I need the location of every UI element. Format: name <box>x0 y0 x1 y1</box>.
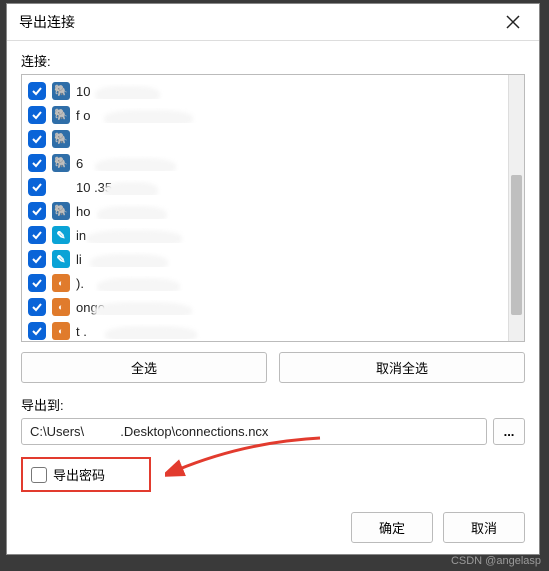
postgres-icon: 🐘 <box>52 154 70 172</box>
export-password-label: 导出密码 <box>53 465 105 484</box>
scrollbar[interactable] <box>508 75 524 341</box>
item-checkbox[interactable] <box>28 130 46 148</box>
watermark: CSDN @angelasp <box>451 555 541 567</box>
item-checkbox[interactable] <box>28 274 46 292</box>
list-item[interactable]: ◐). <box>22 271 524 295</box>
list-item[interactable]: 🐘 ho <box>22 199 524 223</box>
postgres-icon: 🐘 <box>52 106 70 124</box>
export-path-row: ... <box>21 418 525 445</box>
sqlite-icon: ✎ <box>52 226 70 244</box>
connections-label: 连接: <box>21 51 525 70</box>
item-label: li <box>76 252 518 267</box>
export-password-row[interactable]: 导出密码 <box>21 457 151 492</box>
export-path-input[interactable] <box>21 418 487 445</box>
select-all-button[interactable]: 全选 <box>21 352 267 383</box>
ok-button[interactable]: 确定 <box>351 512 433 543</box>
item-checkbox[interactable] <box>28 226 46 244</box>
item-label: f o <box>76 108 518 123</box>
list-item[interactable]: ✎ in <box>22 223 524 247</box>
item-checkbox[interactable] <box>28 82 46 100</box>
browse-button[interactable]: ... <box>493 418 525 445</box>
connections-listbox[interactable]: 🐘 10🐘 f o🐘 🐘 610 .35🐘 ho✎ in ✎ li ◐).◐ o… <box>21 74 525 342</box>
export-password-checkbox[interactable] <box>31 467 47 483</box>
scrollbar-thumb[interactable] <box>511 175 522 315</box>
list-item[interactable]: 🐘 <box>22 127 524 151</box>
list-item[interactable]: 🐘 10 <box>22 79 524 103</box>
export-to-label: 导出到: <box>21 395 525 414</box>
item-checkbox[interactable] <box>28 154 46 172</box>
sqlite-icon: ✎ <box>52 250 70 268</box>
close-icon <box>506 15 520 29</box>
list-item[interactable]: ◐ ongo <box>22 295 524 319</box>
list-item[interactable]: ◐ t . <box>22 319 524 342</box>
item-label: t . <box>76 324 518 339</box>
item-label: ho <box>76 204 518 219</box>
selection-buttons: 全选 取消全选 <box>21 352 525 383</box>
item-checkbox[interactable] <box>28 322 46 340</box>
mongodb-icon: ◐ <box>52 298 70 316</box>
export-connections-dialog: 导出连接 连接: 🐘 10🐘 f o🐘 🐘 610 .35🐘 ho✎ in ✎ … <box>6 3 540 555</box>
item-label: in <box>76 228 518 243</box>
item-checkbox[interactable] <box>28 202 46 220</box>
list-item[interactable]: 🐘 6 <box>22 151 524 175</box>
titlebar: 导出连接 <box>7 4 539 41</box>
item-checkbox[interactable] <box>28 298 46 316</box>
list-item[interactable]: ✎ li <box>22 247 524 271</box>
list-item[interactable]: 🐘 f o <box>22 103 524 127</box>
blank-icon <box>52 178 70 196</box>
postgres-icon: 🐘 <box>52 82 70 100</box>
close-button[interactable] <box>493 10 533 34</box>
item-label: ). <box>76 276 518 291</box>
postgres-icon: 🐘 <box>52 130 70 148</box>
dialog-title: 导出连接 <box>19 12 75 32</box>
postgres-icon: 🐘 <box>52 202 70 220</box>
cancel-button[interactable]: 取消 <box>443 512 525 543</box>
item-checkbox[interactable] <box>28 106 46 124</box>
deselect-all-button[interactable]: 取消全选 <box>279 352 525 383</box>
item-checkbox[interactable] <box>28 178 46 196</box>
item-label: 10 <box>76 84 518 99</box>
dialog-footer: 确定 取消 <box>21 492 525 543</box>
item-label: ongo <box>76 300 518 315</box>
mongodb-icon: ◐ <box>52 274 70 292</box>
dialog-content: 连接: 🐘 10🐘 f o🐘 🐘 610 .35🐘 ho✎ in ✎ li ◐)… <box>7 41 539 557</box>
item-label: 6 <box>76 156 518 171</box>
item-checkbox[interactable] <box>28 250 46 268</box>
list-item[interactable]: 10 .35 <box>22 175 524 199</box>
item-label: 10 .35 <box>76 180 518 195</box>
mongodb-icon: ◐ <box>52 322 70 340</box>
